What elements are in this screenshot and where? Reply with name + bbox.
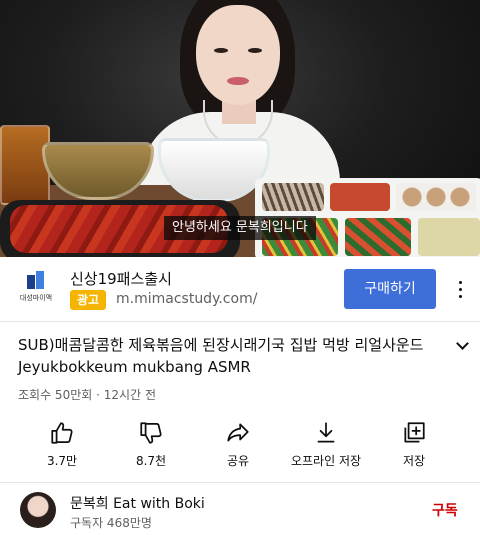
share-icon: [227, 423, 249, 442]
channel-name[interactable]: 문복희 Eat with Boki: [70, 493, 205, 513]
save-to-playlist-button[interactable]: 저장: [366, 414, 462, 478]
offline-save-label: 오프라인 저장: [290, 454, 362, 468]
video-title[interactable]: SUB)매콤달콤한 제육볶음에 된장시래기국 집밥 먹방 리얼사운드 Jeyuk…: [18, 334, 438, 378]
ad-advertiser-logo: 대성마이맥: [14, 271, 58, 311]
ad-url[interactable]: m.mimacstudy.com/: [116, 291, 257, 307]
add-to-playlist-icon: [404, 422, 425, 443]
subscriber-count: 구독자 468만명: [70, 516, 152, 530]
thumbs-up-icon: [51, 422, 73, 444]
download-icon: [317, 422, 335, 443]
advertiser-logo-icon: [27, 271, 45, 289]
video-drink-glass: [0, 125, 50, 205]
share-button[interactable]: 공유: [190, 414, 286, 478]
chevron-down-icon[interactable]: [456, 338, 470, 352]
video-metadata: 조회수 50만회 · 12시간 전: [18, 386, 156, 403]
dislike-button[interactable]: 8.7천: [103, 414, 199, 478]
action-bar: 3.7만 8.7천 공유 오프라인 저장 저장: [0, 414, 480, 478]
save-label: 저장: [402, 454, 426, 468]
side-dish: [418, 218, 480, 256]
like-button[interactable]: 3.7만: [14, 414, 110, 478]
view-count: 조회수 50만회: [18, 388, 93, 402]
side-dish: [262, 183, 324, 211]
ad-badge: 광고: [70, 290, 106, 310]
thumbs-down-icon: [140, 422, 162, 444]
divider: [0, 482, 480, 483]
ad-title[interactable]: 신상19패스출시: [70, 268, 172, 289]
ad-buy-button[interactable]: 구매하기: [344, 269, 436, 309]
video-host-face: [196, 5, 280, 105]
video-caption: 안녕하세요 문복희입니다: [164, 216, 316, 240]
subscribe-button[interactable]: 구독: [432, 500, 458, 520]
ad-banner[interactable]: 대성마이맥 신상19패스출시 광고 m.mimacstudy.com/ 구매하기: [0, 257, 480, 322]
share-label: 공유: [226, 454, 250, 468]
dislike-count: 8.7천: [135, 454, 167, 468]
channel-avatar[interactable]: [20, 492, 56, 528]
like-count: 3.7만: [46, 454, 78, 468]
video-player[interactable]: 안녕하세요 문복희입니다: [0, 0, 480, 257]
advertiser-logo-text: 대성마이맥: [19, 294, 53, 302]
side-dish: [396, 183, 476, 211]
meta-separator: ·: [96, 388, 100, 402]
side-dish: [345, 218, 411, 256]
upload-age: 12시간 전: [103, 388, 156, 402]
offline-save-button[interactable]: 오프라인 저장: [278, 414, 374, 478]
more-vertical-icon[interactable]: [452, 277, 468, 301]
side-dish: [330, 183, 390, 211]
